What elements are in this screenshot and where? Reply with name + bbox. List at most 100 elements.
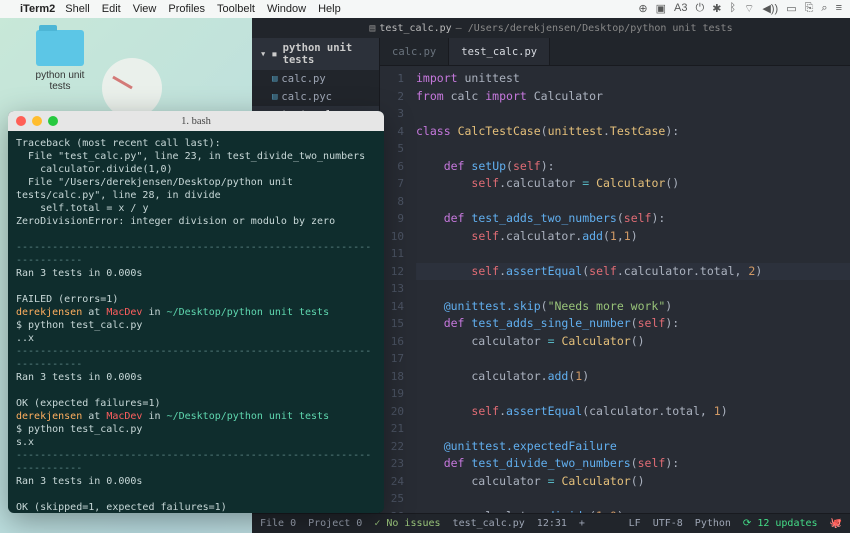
status-project[interactable]: Project 0 <box>308 518 362 529</box>
terminal-line: ----------------------------------------… <box>16 345 376 371</box>
terminal-line: derekjensen at MacDev in ~/Desktop/pytho… <box>16 306 376 319</box>
status-octo-icon[interactable]: 🐙 <box>830 518 842 529</box>
status-issues[interactable]: ✓ No issues <box>374 518 440 529</box>
file-icon: ▤ <box>272 92 277 102</box>
vscode-statusbar: File 0 Project 0 ✓ No issues test_calc.p… <box>252 513 850 533</box>
terminal-line: FAILED (errors=1) <box>16 293 376 306</box>
code-line[interactable]: self.assertEqual(self.calculator.total, … <box>416 263 850 281</box>
status-icon[interactable]: ⏻ <box>696 2 705 16</box>
status-plus[interactable]: + <box>579 518 585 529</box>
terminal-line: $ python test_calc.py <box>16 423 376 436</box>
status-icon[interactable]: A3 <box>674 2 687 16</box>
status-file[interactable]: File 0 <box>260 518 296 529</box>
status-lf[interactable]: LF <box>629 518 641 529</box>
terminal-titlebar[interactable]: 1. bash <box>8 111 384 131</box>
folder-icon: ▪ <box>271 48 277 60</box>
terminal-body[interactable]: Traceback (most recent call last): File … <box>8 131 384 513</box>
volume-icon[interactable]: ◀)) <box>762 2 778 16</box>
sidebar-file[interactable]: ▤ calc.pyc <box>252 88 379 106</box>
sidebar-file[interactable]: ▤calc.py <box>252 70 379 88</box>
mac-menubar: iTerm2 Shell Edit View Profiles Toolbelt… <box>0 0 850 18</box>
minimize-icon[interactable] <box>32 116 42 126</box>
terminal-line: ----------------------------------------… <box>16 241 376 267</box>
code-line[interactable]: calculator = Calculator() <box>416 473 850 491</box>
sidebar-folder-name: python unit tests <box>283 42 371 66</box>
code-line[interactable] <box>416 105 850 123</box>
code-line[interactable]: self.calculator.add(1,1) <box>416 228 850 246</box>
code-line[interactable]: @unittest.expectedFailure <box>416 438 850 456</box>
menu-view[interactable]: View <box>133 3 157 15</box>
status-icon[interactable]: ⊕ <box>638 2 647 16</box>
wifi-icon[interactable]: ⌔ <box>744 2 754 16</box>
code-line[interactable]: @unittest.skip("Needs more work") <box>416 298 850 316</box>
editor[interactable]: 1234567891011121314151617181920212223242… <box>380 66 850 513</box>
desktop-clock-decoration <box>102 58 162 118</box>
code-line[interactable] <box>416 245 850 263</box>
terminal-line: OK (skipped=1, expected failures=1) <box>16 501 376 513</box>
editor-tab[interactable]: calc.py <box>380 38 449 65</box>
code-area[interactable]: import unittestfrom calc import Calculat… <box>412 66 850 513</box>
status-icon[interactable]: ▣ <box>656 2 666 16</box>
menu-extra-icon[interactable]: ≡ <box>836 2 842 16</box>
editor-tabs: calc.pytest_calc.py <box>380 38 850 66</box>
title-filename: test_calc.py <box>379 23 451 34</box>
title-file-icon: ▤ <box>369 23 375 34</box>
sidebar-folder-header[interactable]: ▾ ▪ python unit tests <box>252 38 379 70</box>
terminal-line <box>16 280 376 293</box>
status-filename[interactable]: test_calc.py <box>453 518 525 529</box>
code-line[interactable]: def test_adds_single_number(self): <box>416 315 850 333</box>
status-cursor[interactable]: 12:31 <box>537 518 567 529</box>
status-updates[interactable]: ⟳ 12 updates <box>743 518 818 529</box>
title-path: — /Users/derekjensen/Desktop/python unit… <box>456 23 733 34</box>
menubar-app-name[interactable]: iTerm2 <box>20 3 55 15</box>
terminal-line: ..x <box>16 332 376 345</box>
terminal-window: 1. bash Traceback (most recent call last… <box>8 111 384 513</box>
menu-window[interactable]: Window <box>267 3 306 15</box>
code-line[interactable]: calculator.add(1) <box>416 368 850 386</box>
close-icon[interactable] <box>16 116 26 126</box>
folder-icon <box>36 30 84 66</box>
desktop-folder[interactable]: python unit tests <box>24 30 96 92</box>
menu-edit[interactable]: Edit <box>102 3 121 15</box>
status-icon[interactable]: ✱ <box>712 2 721 16</box>
terminal-line <box>16 384 376 397</box>
code-line[interactable]: import unittest <box>416 70 850 88</box>
status-encoding[interactable]: UTF-8 <box>653 518 683 529</box>
code-line[interactable] <box>416 140 850 158</box>
code-line[interactable]: def test_divide_two_numbers(self): <box>416 455 850 473</box>
menu-shell[interactable]: Shell <box>65 3 89 15</box>
status-icon[interactable]: ᛒ <box>729 2 736 16</box>
status-icon[interactable]: ⎘ <box>805 2 814 16</box>
code-line[interactable]: class CalcTestCase(unittest.TestCase): <box>416 123 850 141</box>
code-line[interactable]: self.assertEqual(calculator.total, 1) <box>416 403 850 421</box>
code-line[interactable] <box>416 350 850 368</box>
file-name: calc.py <box>281 73 325 85</box>
code-line[interactable]: def test_adds_two_numbers(self): <box>416 210 850 228</box>
line-gutter: 1234567891011121314151617181920212223242… <box>380 66 412 513</box>
code-line[interactable] <box>416 280 850 298</box>
desktop-folder-label: python unit tests <box>24 70 96 92</box>
terminal-line: File "test_calc.py", line 23, in test_di… <box>16 150 376 163</box>
code-line[interactable] <box>416 385 850 403</box>
menu-toolbelt[interactable]: Toolbelt <box>217 3 255 15</box>
status-language[interactable]: Python <box>695 518 731 529</box>
search-icon[interactable]: ⌕ <box>821 2 827 16</box>
editor-tab[interactable]: test_calc.py <box>449 38 550 65</box>
vscode-titlebar[interactable]: ▤ test_calc.py — /Users/derekjensen/Desk… <box>252 18 850 38</box>
file-name: calc.pyc <box>281 91 332 103</box>
terminal-line: calculator.divide(1,0) <box>16 163 376 176</box>
terminal-line: derekjensen at MacDev in ~/Desktop/pytho… <box>16 410 376 423</box>
code-line[interactable] <box>416 490 850 508</box>
terminal-line: Ran 3 tests in 0.000s <box>16 371 376 384</box>
menu-profiles[interactable]: Profiles <box>168 3 205 15</box>
code-line[interactable]: def setUp(self): <box>416 158 850 176</box>
battery-icon[interactable]: ▭ <box>786 2 796 16</box>
code-line[interactable] <box>416 420 850 438</box>
zoom-icon[interactable] <box>48 116 58 126</box>
terminal-line: File "/Users/derekjensen/Desktop/python … <box>16 176 376 202</box>
code-line[interactable]: from calc import Calculator <box>416 88 850 106</box>
code-line[interactable]: calculator = Calculator() <box>416 333 850 351</box>
menu-help[interactable]: Help <box>318 3 341 15</box>
code-line[interactable] <box>416 193 850 211</box>
code-line[interactable]: self.calculator = Calculator() <box>416 175 850 193</box>
